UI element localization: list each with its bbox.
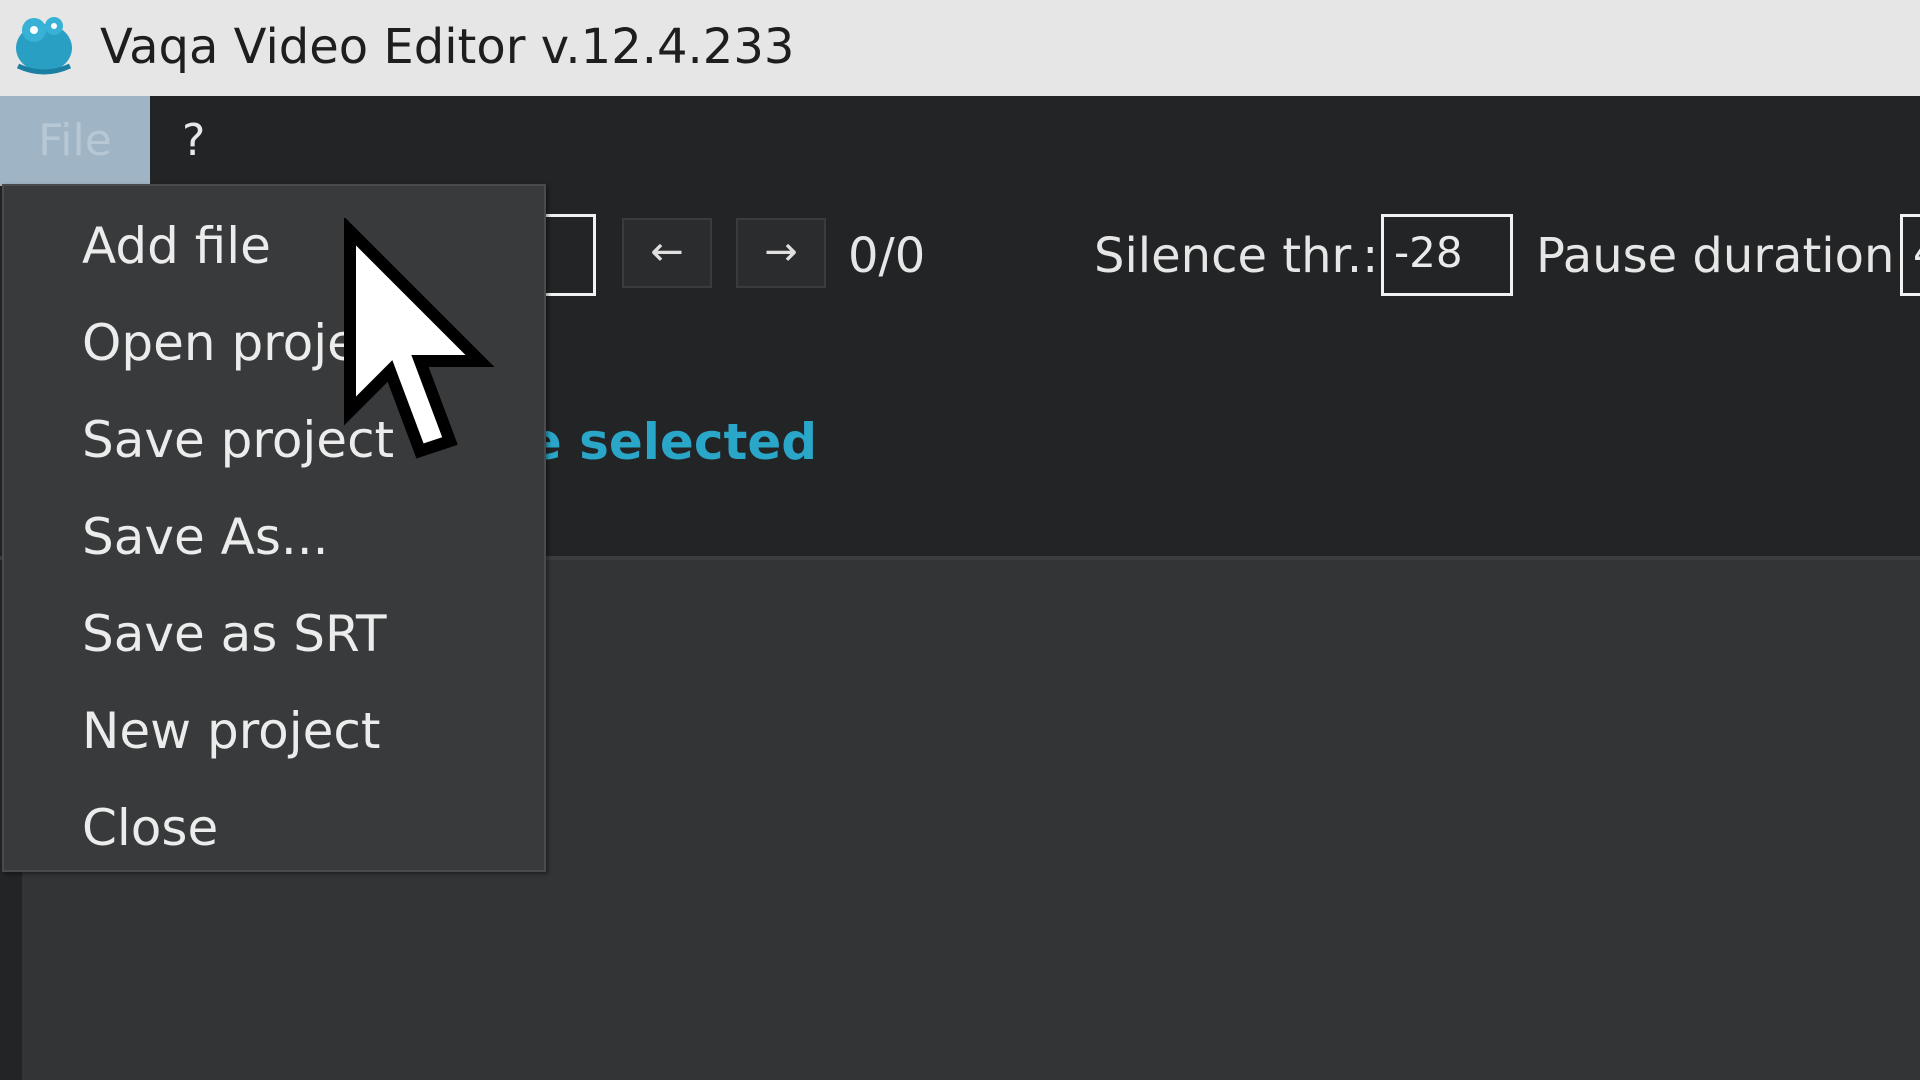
title-bar: Vaqa Video Editor v.12.4.233 xyxy=(0,0,1920,96)
menu-item-close[interactable]: Close xyxy=(6,782,544,874)
menu-item-new-project[interactable]: New project xyxy=(6,685,544,777)
menu-help[interactable]: ? xyxy=(182,96,205,186)
pause-duration-input[interactable]: 4 xyxy=(1900,214,1920,296)
vaqa-logo-icon xyxy=(16,17,72,75)
app-window: Vaqa Video Editor v.12.4.233 File ? ← → … xyxy=(0,0,1920,1080)
silence-threshold-input[interactable]: -28 xyxy=(1381,214,1513,296)
mouse-cursor-icon xyxy=(344,218,495,459)
pause-duration-label: Pause duration: xyxy=(1536,228,1911,284)
menu-file[interactable]: File xyxy=(0,96,150,186)
arrow-left-icon: ← xyxy=(650,229,684,275)
next-button[interactable]: → xyxy=(736,218,826,288)
match-counter: 0/0 xyxy=(848,228,926,284)
arrow-right-icon: → xyxy=(764,229,798,275)
prev-button[interactable]: ← xyxy=(622,218,712,288)
window-title: Vaqa Video Editor v.12.4.233 xyxy=(100,19,795,75)
menu-item-save-as[interactable]: Save As... xyxy=(6,491,544,583)
menu-bar: File ? xyxy=(0,96,1920,186)
silence-threshold-label: Silence thr.: xyxy=(1094,228,1379,284)
menu-item-save-as-srt[interactable]: Save as SRT xyxy=(6,588,544,680)
